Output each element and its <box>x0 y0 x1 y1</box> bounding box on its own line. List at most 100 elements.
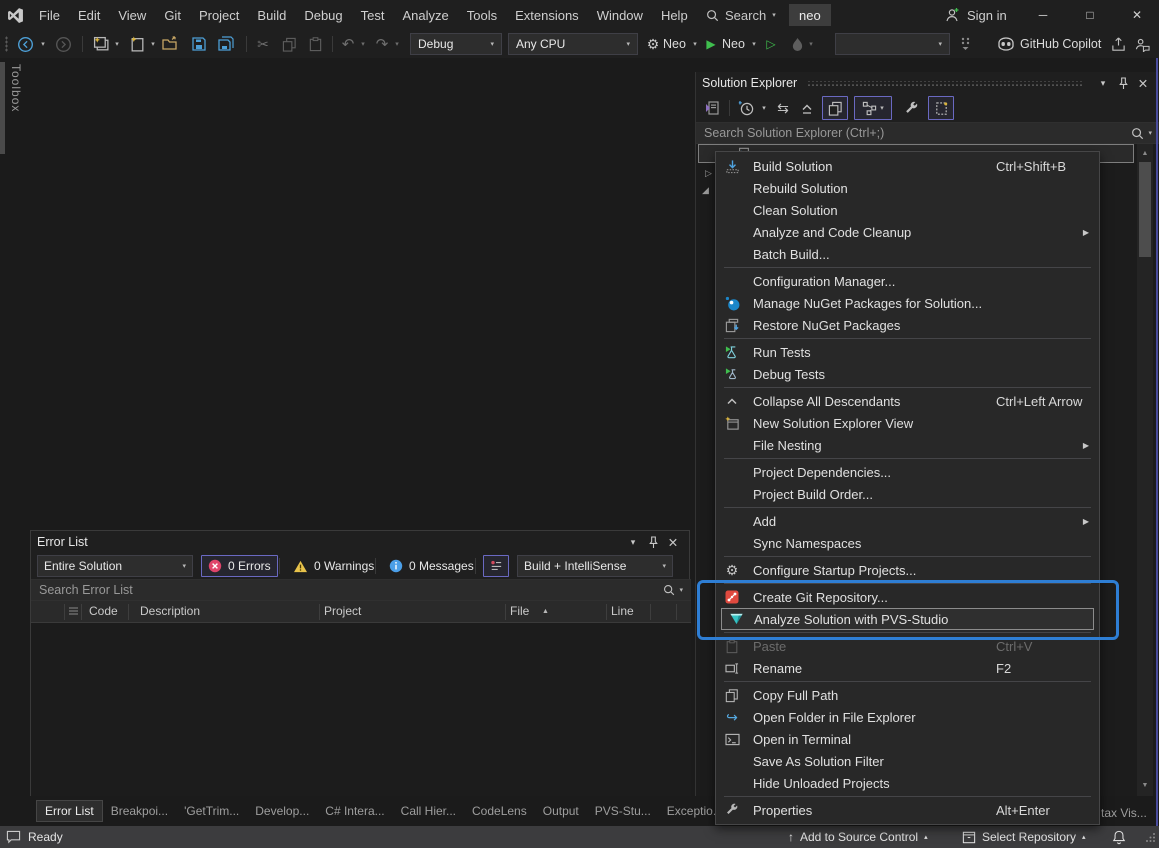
menu-item-configuration-manager[interactable]: Configuration Manager... <box>716 270 1099 292</box>
window-position-icon[interactable]: ▾ <box>1093 74 1113 92</box>
menu-item-configure-startup-projects[interactable]: ⚙ Configure Startup Projects... <box>716 559 1099 581</box>
startup-gear-icon[interactable]: ⚙ <box>645 33 661 55</box>
redo-button[interactable]: ↷ <box>372 33 392 55</box>
collapse-all-icon[interactable] <box>796 97 818 119</box>
column-file[interactable]: File <box>510 604 529 618</box>
close-button[interactable]: ✕ <box>1115 0 1159 30</box>
menu-item-rebuild-solution[interactable]: Rebuild Solution <box>716 177 1099 199</box>
menu-item-hide-unloaded-projects[interactable]: Hide Unloaded Projects <box>716 772 1099 794</box>
add-to-source-control-button[interactable]: ↑ Add to Source Control ▴ <box>788 826 928 848</box>
menu-project[interactable]: Project <box>190 0 248 30</box>
menu-item-project-dependencies[interactable]: Project Dependencies... <box>716 461 1099 483</box>
tab-output[interactable]: Output <box>535 801 587 821</box>
search-options-dropdown[interactable]: ▾ <box>677 587 691 594</box>
feedback-icon[interactable] <box>1132 33 1152 55</box>
open-file-button[interactable] <box>160 33 182 55</box>
scrollbar-thumb[interactable] <box>1139 162 1151 257</box>
start-without-debugging-icon[interactable]: ▷ <box>764 33 778 55</box>
menu-item-project-build-order[interactable]: Project Build Order... <box>716 483 1099 505</box>
menu-item-rename[interactable]: Rename F2 <box>716 657 1099 679</box>
toolbar-overflow-button[interactable] <box>958 33 972 55</box>
sign-in-button[interactable]: Sign in <box>944 0 1007 30</box>
menu-item-run-tests[interactable]: Run Tests <box>716 341 1099 363</box>
error-scope-combobox[interactable]: Entire Solution ▾ <box>37 555 193 577</box>
menu-build[interactable]: Build <box>248 0 295 30</box>
redo-dropdown[interactable]: ▾ <box>392 33 402 55</box>
add-new-item-button[interactable] <box>126 33 148 55</box>
select-repository-button[interactable]: Select Repository ▴ <box>962 826 1086 848</box>
toolbox-autohide-tab[interactable]: Toolbox <box>0 58 26 168</box>
errors-toggle-button[interactable]: 0 Errors <box>201 555 278 577</box>
run-target-dropdown[interactable]: ▾ <box>749 33 759 55</box>
toolbar-grip[interactable] <box>5 36 8 52</box>
feedback-bubble-icon[interactable] <box>6 826 21 848</box>
menu-tools[interactable]: Tools <box>458 0 506 30</box>
properties-wrench-icon[interactable] <box>898 97 924 119</box>
tree-expander-expanded-icon[interactable]: ◢ <box>702 185 709 196</box>
menu-item-paste[interactable]: Paste Ctrl+V <box>716 635 1099 657</box>
menu-extensions[interactable]: Extensions <box>506 0 588 30</box>
tab-codelens[interactable]: CodeLens <box>464 801 535 821</box>
startup-project-label[interactable]: Neo <box>663 33 686 55</box>
menu-file[interactable]: File <box>30 0 69 30</box>
tab-developer[interactable]: Develop... <box>247 801 317 821</box>
column-code[interactable]: Code <box>89 604 118 618</box>
pin-icon[interactable] <box>643 533 663 551</box>
menu-item-open-in-terminal[interactable]: Open in Terminal <box>716 728 1099 750</box>
run-target-label[interactable]: Neo <box>722 33 745 55</box>
menu-item-build-solution[interactable]: Build Solution Ctrl+Shift+B <box>716 155 1099 177</box>
menu-item-clean-solution[interactable]: Clean Solution <box>716 199 1099 221</box>
navigate-back-button[interactable] <box>14 33 36 55</box>
maximize-button[interactable]: □ <box>1068 0 1112 30</box>
column-description[interactable]: Description <box>140 604 200 618</box>
panel-drag-grip[interactable] <box>807 81 1083 86</box>
menu-item-save-as-solution-filter[interactable]: Save As Solution Filter <box>716 750 1099 772</box>
platform-combobox[interactable]: Any CPU ▾ <box>508 33 638 55</box>
tab-syntax-visualizer[interactable]: tax Vis... <box>1093 803 1155 823</box>
share-icon[interactable] <box>1108 33 1128 55</box>
error-source-combobox[interactable]: Build + IntelliSense ▾ <box>517 555 673 577</box>
menu-help[interactable]: Help <box>652 0 697 30</box>
configuration-combobox[interactable]: Debug ▾ <box>410 33 502 55</box>
menu-item-new-solution-explorer-view[interactable]: New Solution Explorer View <box>716 412 1099 434</box>
menu-item-batch-build[interactable]: Batch Build... <box>716 243 1099 265</box>
menu-item-properties[interactable]: Properties Alt+Enter <box>716 799 1099 821</box>
undo-dropdown[interactable]: ▾ <box>358 33 368 55</box>
close-icon[interactable]: ✕ <box>1133 74 1153 92</box>
switch-views-icon[interactable] <box>699 97 725 119</box>
global-search[interactable]: Search ▾ <box>706 0 776 30</box>
menu-item-analyze-and-code-cleanup[interactable]: Analyze and Code Cleanup ▶ <box>716 221 1099 243</box>
github-copilot-icon[interactable] <box>995 33 1017 55</box>
navigate-back-dropdown[interactable]: ▾ <box>38 33 48 55</box>
undo-button[interactable]: ↶ <box>338 33 358 55</box>
messages-toggle-button[interactable]: 0 Messages <box>383 555 480 577</box>
error-list-search-input[interactable] <box>31 583 661 597</box>
window-position-icon[interactable]: ▾ <box>623 533 643 551</box>
menu-item-create-git-repository[interactable]: Create Git Repository... <box>716 586 1099 608</box>
run-button-icon[interactable]: ▶ <box>704 33 718 55</box>
tab-error-list[interactable]: Error List <box>36 800 103 822</box>
menu-item-file-nesting[interactable]: File Nesting ▶ <box>716 434 1099 456</box>
close-icon[interactable]: ✕ <box>663 533 683 551</box>
paste-button[interactable] <box>304 33 326 55</box>
new-project-button[interactable] <box>90 33 112 55</box>
save-button[interactable] <box>188 33 210 55</box>
show-all-files-toggle[interactable] <box>928 96 954 120</box>
vertical-scrollbar[interactable]: ▲ ▼ <box>1137 144 1153 796</box>
filter-dropdown[interactable]: ▾ <box>758 97 770 119</box>
menu-analyze[interactable]: Analyze <box>393 0 457 30</box>
column-line[interactable]: Line <box>611 604 634 618</box>
copy-button[interactable] <box>278 33 300 55</box>
menu-test[interactable]: Test <box>352 0 394 30</box>
filter-button[interactable] <box>483 555 509 577</box>
related-documents-toggle[interactable]: ▾ <box>854 96 892 120</box>
menu-item-debug-tests[interactable]: Debug Tests <box>716 363 1099 385</box>
pending-changes-filter-icon[interactable] <box>734 97 758 119</box>
add-new-item-dropdown[interactable]: ▾ <box>148 33 158 55</box>
resize-grip[interactable] <box>1146 826 1156 848</box>
solution-explorer-search-input[interactable] <box>696 126 1129 140</box>
new-project-dropdown[interactable]: ▾ <box>112 33 122 55</box>
tree-expander-collapsed-icon[interactable]: ▷ <box>705 168 712 179</box>
menu-debug[interactable]: Debug <box>295 0 351 30</box>
hot-reload-icon[interactable] <box>788 33 806 55</box>
